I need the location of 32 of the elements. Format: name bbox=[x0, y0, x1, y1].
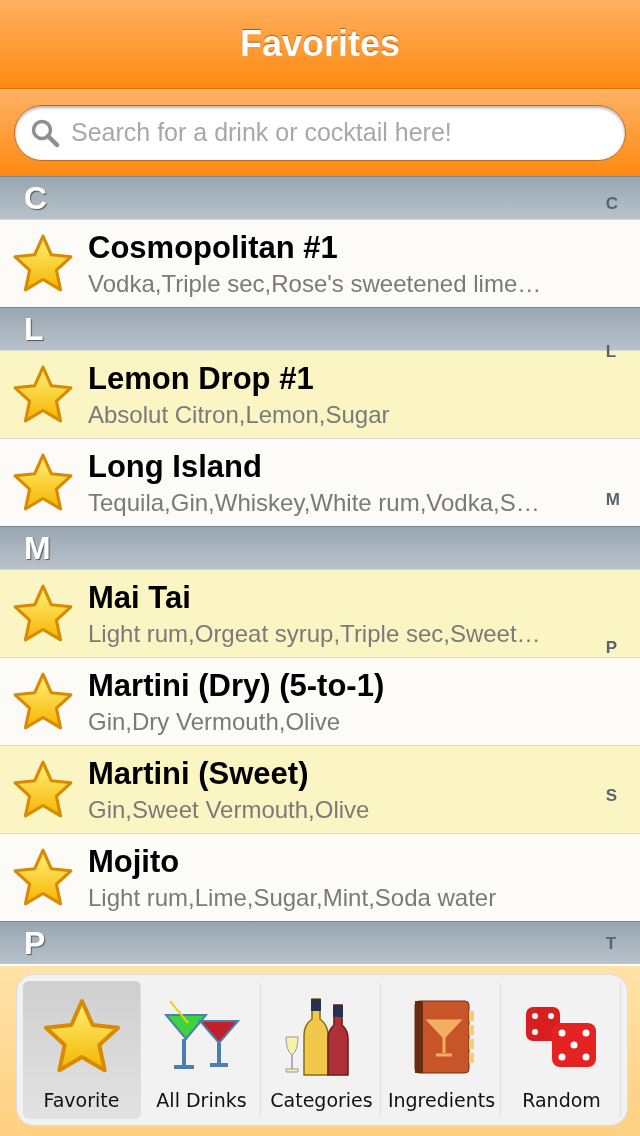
tab[interactable]: Categories bbox=[263, 981, 381, 1119]
drink-name: Mai Tai bbox=[88, 579, 192, 616]
drink-row[interactable]: Martini (Dry) (5-to-1) Gin,Dry Vermouth,Olive bbox=[0, 657, 640, 745]
tab[interactable]: All Drinks bbox=[143, 981, 261, 1119]
drink-name: Lemon Drop #1 bbox=[88, 360, 315, 397]
nav-title: Favorites bbox=[239, 23, 401, 65]
drink-ingredients: Light rum,Orgeat syrup,Triple sec,Sweet… bbox=[88, 619, 541, 648]
index-letter[interactable]: S bbox=[605, 786, 620, 806]
drink-ingredients: Vodka,Triple sec,Rose's sweetened lime… bbox=[88, 269, 542, 298]
search-icon bbox=[30, 117, 60, 148]
section-letter: M bbox=[24, 529, 51, 567]
index-letter[interactable]: M bbox=[605, 490, 620, 510]
section-letter: L bbox=[24, 310, 44, 348]
drink-ingredients: Absolut Citron,Lemon,Sugar bbox=[88, 400, 390, 429]
drink-ingredients: Light rum,Lime,Sugar,Mint,Soda water bbox=[88, 883, 497, 912]
drink-row[interactable]: Cosmopolitan #1 Vodka,Triple sec,Rose's sweetened lime… bbox=[0, 219, 640, 307]
tab[interactable]: Favorite bbox=[23, 981, 141, 1119]
drink-row[interactable]: Mojito Light rum,Lime,Sugar,Mint,Soda water bbox=[0, 833, 640, 921]
drink-ingredients: Gin,Sweet Vermouth,Olive bbox=[88, 795, 370, 824]
drink-name: Cosmopolitan #1 bbox=[88, 229, 339, 266]
section-letter: P bbox=[24, 924, 46, 962]
tab[interactable]: Random bbox=[503, 981, 621, 1119]
drink-ingredients: Tequila,Gin,Whiskey,White rum,Vodka,S… bbox=[88, 488, 540, 517]
drink-name: Mojito bbox=[88, 843, 181, 880]
drink-name: Long Island bbox=[88, 448, 263, 485]
drink-name: Martini (Sweet) bbox=[88, 755, 310, 792]
tab[interactable]: Ingredients bbox=[383, 981, 501, 1119]
drink-name: Martini (Dry) (5-to-1) bbox=[88, 667, 385, 704]
drink-ingredients: Gin,Dry Vermouth,Olive bbox=[88, 707, 342, 736]
search-field[interactable]: Search for a drink or cocktail here! bbox=[14, 104, 626, 161]
section-letter: C bbox=[24, 179, 48, 217]
index-letter[interactable]: P bbox=[605, 638, 620, 658]
